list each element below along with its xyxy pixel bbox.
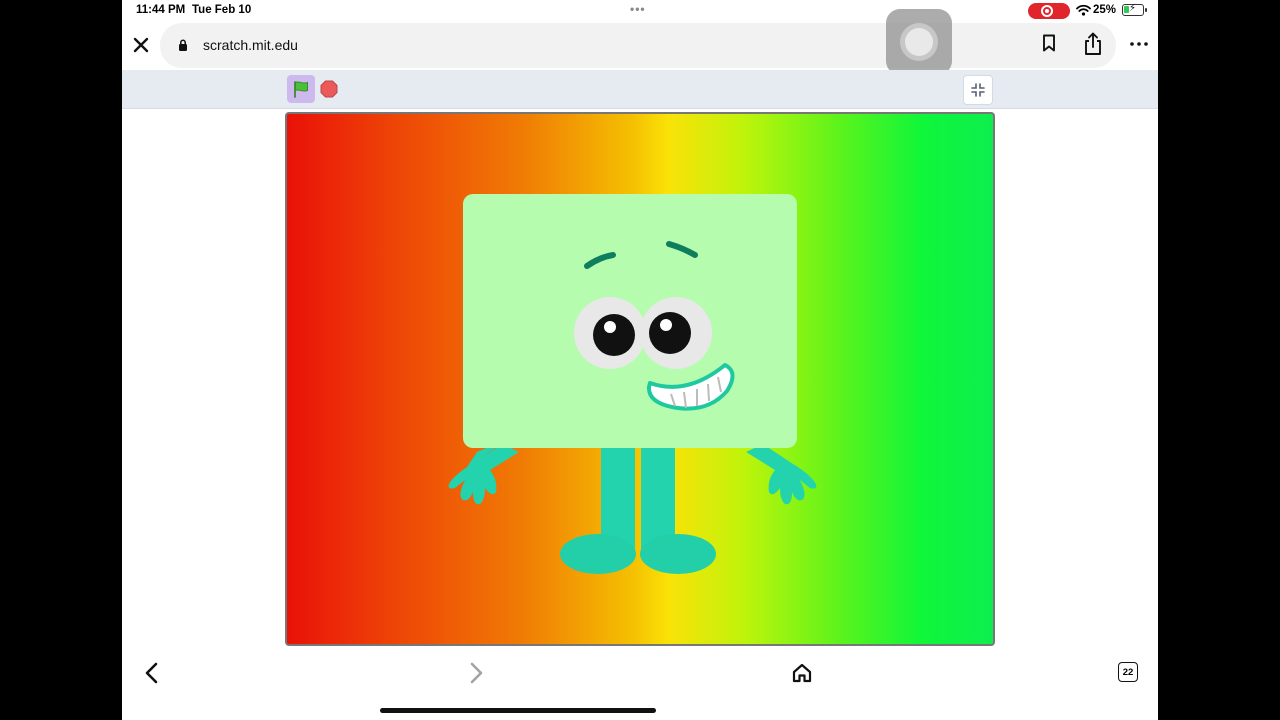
chevron-left-icon[interactable]: [144, 662, 160, 684]
left-arm: [448, 439, 519, 505]
assistive-touch-button[interactable]: [886, 9, 952, 75]
unfullscreen-button[interactable]: [963, 75, 993, 105]
screen-recording-indicator[interactable]: [1028, 3, 1070, 19]
multitask-menu[interactable]: •••: [630, 2, 646, 16]
close-icon: [133, 37, 149, 53]
home-icon[interactable]: [791, 662, 813, 684]
bookmark-icon[interactable]: [1042, 34, 1056, 52]
green-flag-button[interactable]: [287, 75, 315, 103]
chevron-right-icon[interactable]: [468, 662, 484, 684]
record-icon: [1041, 5, 1053, 17]
stop-icon: [320, 80, 338, 98]
more-button[interactable]: [1128, 34, 1150, 54]
unfullscreen-icon: [971, 83, 985, 97]
status-time: 11:44 PM: [136, 4, 186, 16]
home-indicator[interactable]: [380, 708, 656, 713]
lock-icon: [179, 39, 187, 51]
url-text[interactable]: scratch.mit.edu: [203, 37, 298, 53]
close-button[interactable]: [130, 32, 152, 58]
tabs-button[interactable]: 22: [1118, 662, 1138, 682]
status-date: Tue Feb 10: [192, 4, 252, 16]
legs: [560, 444, 716, 574]
address-bar[interactable]: scratch.mit.edu: [160, 23, 1116, 68]
browser-toolbar: 22: [122, 650, 1158, 696]
rectangle-character-sprite[interactable]: [287, 114, 993, 644]
more-icon: [1130, 42, 1148, 46]
right-arm: [746, 444, 817, 505]
share-icon[interactable]: [1083, 32, 1103, 56]
ipad-screen: 11:44 PM Tue Feb 10 ••• 25% ⚡ scratch.mi…: [122, 0, 1158, 720]
battery-icon: ⚡: [1122, 3, 1147, 16]
scratch-controls-bar: [122, 70, 1158, 109]
charging-bolt-icon: ⚡: [1129, 3, 1137, 14]
stop-button[interactable]: [319, 79, 339, 99]
wifi-icon: [1076, 4, 1091, 16]
green-flag-icon: [294, 81, 308, 98]
status-bar: 11:44 PM Tue Feb 10 ••• 25% ⚡: [122, 0, 1158, 22]
scratch-stage[interactable]: [285, 112, 995, 646]
battery-percent: 25%: [1093, 4, 1117, 16]
